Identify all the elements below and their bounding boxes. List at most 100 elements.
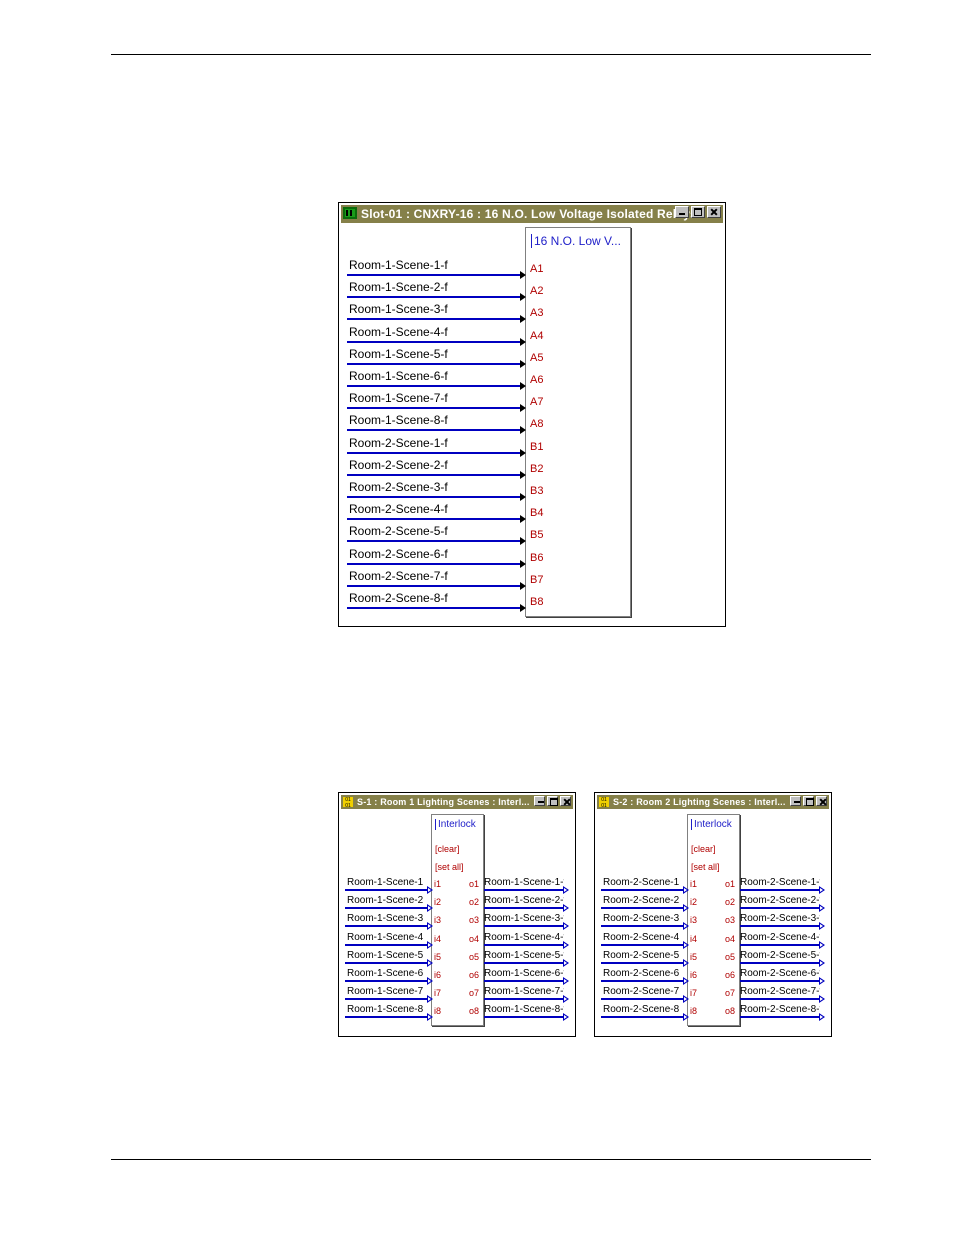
maximize-icon[interactable] xyxy=(803,796,814,806)
output-signal-label[interactable]: Room-2-Scene-4-f xyxy=(740,932,820,943)
signal-label[interactable]: Room-1-Scene-8-f xyxy=(349,413,448,427)
input-signal-label[interactable]: Room-2-Scene-6 xyxy=(603,968,679,979)
input-port[interactable]: i5 xyxy=(434,952,441,962)
room1-interlock-window[interactable]: 01 01 S-1 : Room 1 Lighting Scenes : Inte… xyxy=(338,792,576,1037)
maximize-icon[interactable] xyxy=(547,796,558,806)
input-port[interactable]: i8 xyxy=(434,1006,441,1016)
input-port[interactable]: A3 xyxy=(530,307,543,319)
input-port[interactable]: i3 xyxy=(690,915,697,925)
signal-label[interactable]: Room-2-Scene-3-f xyxy=(349,480,448,494)
output-port[interactable]: o8 xyxy=(725,1006,735,1016)
output-port[interactable]: o3 xyxy=(469,915,479,925)
output-port[interactable]: o2 xyxy=(469,897,479,907)
output-port[interactable]: o4 xyxy=(469,934,479,944)
input-port[interactable]: B2 xyxy=(530,463,543,475)
close-icon[interactable] xyxy=(816,796,827,806)
output-signal-label[interactable]: Room-2-Scene-7-f xyxy=(740,986,820,997)
input-signal-label[interactable]: Room-1-Scene-6 xyxy=(347,968,423,979)
signal-label[interactable]: Room-1-Scene-1-f xyxy=(349,258,448,272)
output-port[interactable]: o5 xyxy=(469,952,479,962)
input-signal-label[interactable]: Room-1-Scene-5 xyxy=(347,950,423,961)
output-signal-label[interactable]: Room-2-Scene-2-f xyxy=(740,895,820,906)
output-signal-label[interactable]: Room-2-Scene-8-f xyxy=(740,1004,820,1015)
output-signal-label[interactable]: Room-2-Scene-1-f xyxy=(740,877,820,888)
room2-window-titlebar[interactable]: 01 01 S-2 : Room 2 Lighting Scenes : Inte… xyxy=(597,795,829,809)
input-port[interactable]: A8 xyxy=(530,418,543,430)
input-port[interactable]: B5 xyxy=(530,529,543,541)
input-port[interactable]: i4 xyxy=(690,934,697,944)
input-signal-label[interactable]: Room-1-Scene-8 xyxy=(347,1004,423,1015)
input-signal-label[interactable]: Room-2-Scene-2 xyxy=(603,895,679,906)
signal-label[interactable]: Room-2-Scene-1-f xyxy=(349,436,448,450)
output-signal-label[interactable]: Room-2-Scene-6-f xyxy=(740,968,820,979)
input-signal-label[interactable]: Room-1-Scene-7 xyxy=(347,986,423,997)
output-signal-label[interactable]: Room-1-Scene-1-f xyxy=(484,877,564,888)
signal-label[interactable]: Room-2-Scene-5-f xyxy=(349,524,448,538)
signal-label[interactable]: Room-1-Scene-6-f xyxy=(349,369,448,383)
output-signal-label[interactable]: Room-2-Scene-5-f xyxy=(740,950,820,961)
output-signal-label[interactable]: Room-1-Scene-4-f xyxy=(484,932,564,943)
output-port[interactable]: o6 xyxy=(469,970,479,980)
input-port[interactable]: i1 xyxy=(690,879,697,889)
input-port[interactable]: i3 xyxy=(434,915,441,925)
signal-label[interactable]: Room-1-Scene-5-f xyxy=(349,347,448,361)
input-port[interactable]: A2 xyxy=(530,285,543,297)
output-signal-label[interactable]: Room-1-Scene-2-f xyxy=(484,895,564,906)
input-port[interactable]: B4 xyxy=(530,507,543,519)
signal-label[interactable]: Room-1-Scene-7-f xyxy=(349,391,448,405)
input-signal-label[interactable]: Room-2-Scene-1 xyxy=(603,877,679,888)
output-port[interactable]: o3 xyxy=(725,915,735,925)
output-port[interactable]: o8 xyxy=(469,1006,479,1016)
output-signal-label[interactable]: Room-1-Scene-6-f xyxy=(484,968,564,979)
output-port[interactable]: o7 xyxy=(725,988,735,998)
input-signal-label[interactable]: Room-1-Scene-4 xyxy=(347,932,423,943)
input-signal-label[interactable]: Room-1-Scene-1 xyxy=(347,877,423,888)
input-signal-label[interactable]: Room-1-Scene-3 xyxy=(347,913,423,924)
input-port[interactable]: A4 xyxy=(530,330,543,342)
signal-label[interactable]: Room-1-Scene-2-f xyxy=(349,280,448,294)
relay-window-titlebar[interactable]: Slot-01 : CNXRY-16 : 16 N.O. Low Voltage… xyxy=(341,205,723,223)
input-signal-label[interactable]: Room-2-Scene-8 xyxy=(603,1004,679,1015)
input-signal-label[interactable]: Room-2-Scene-7 xyxy=(603,986,679,997)
output-port[interactable]: o5 xyxy=(725,952,735,962)
output-signal-label[interactable]: Room-1-Scene-7-f xyxy=(484,986,564,997)
input-port[interactable]: i7 xyxy=(434,988,441,998)
input-signal-label[interactable]: Room-2-Scene-4 xyxy=(603,932,679,943)
input-port[interactable]: i5 xyxy=(690,952,697,962)
input-port[interactable]: A6 xyxy=(530,374,543,386)
relay-window[interactable]: Slot-01 : CNXRY-16 : 16 N.O. Low Voltage… xyxy=(338,202,726,627)
input-port[interactable]: B8 xyxy=(530,596,543,608)
input-signal-label[interactable]: Room-1-Scene-2 xyxy=(347,895,423,906)
input-port[interactable]: i1 xyxy=(434,879,441,889)
signal-label[interactable]: Room-2-Scene-2-f xyxy=(349,458,448,472)
output-port[interactable]: o6 xyxy=(725,970,735,980)
input-port[interactable]: B3 xyxy=(530,485,543,497)
maximize-icon[interactable] xyxy=(691,206,705,218)
signal-label[interactable]: Room-2-Scene-4-f xyxy=(349,502,448,516)
input-port[interactable]: B1 xyxy=(530,441,543,453)
close-icon[interactable] xyxy=(560,796,571,806)
input-port[interactable]: A1 xyxy=(530,263,543,275)
signal-label[interactable]: Room-2-Scene-7-f xyxy=(349,569,448,583)
minimize-icon[interactable] xyxy=(675,206,689,218)
room2-interlock-window[interactable]: 01 01 S-2 : Room 2 Lighting Scenes : Inte… xyxy=(594,792,832,1037)
input-port[interactable]: B6 xyxy=(530,552,543,564)
output-signal-label[interactable]: Room-1-Scene-3-f xyxy=(484,913,564,924)
input-port[interactable]: A7 xyxy=(530,396,543,408)
output-port[interactable]: o4 xyxy=(725,934,735,944)
minimize-icon[interactable] xyxy=(790,796,801,806)
output-port[interactable]: o7 xyxy=(469,988,479,998)
input-port[interactable]: i8 xyxy=(690,1006,697,1016)
input-port[interactable]: i2 xyxy=(434,897,441,907)
output-port[interactable]: o2 xyxy=(725,897,735,907)
output-port[interactable]: o1 xyxy=(725,879,735,889)
input-port[interactable]: i7 xyxy=(690,988,697,998)
input-port[interactable]: i6 xyxy=(434,970,441,980)
input-port[interactable]: i2 xyxy=(690,897,697,907)
minimize-icon[interactable] xyxy=(534,796,545,806)
input-port[interactable]: A5 xyxy=(530,352,543,364)
output-signal-label[interactable]: Room-1-Scene-8-f xyxy=(484,1004,564,1015)
input-signal-label[interactable]: Room-2-Scene-3 xyxy=(603,913,679,924)
input-signal-label[interactable]: Room-2-Scene-5 xyxy=(603,950,679,961)
output-port[interactable]: o1 xyxy=(469,879,479,889)
